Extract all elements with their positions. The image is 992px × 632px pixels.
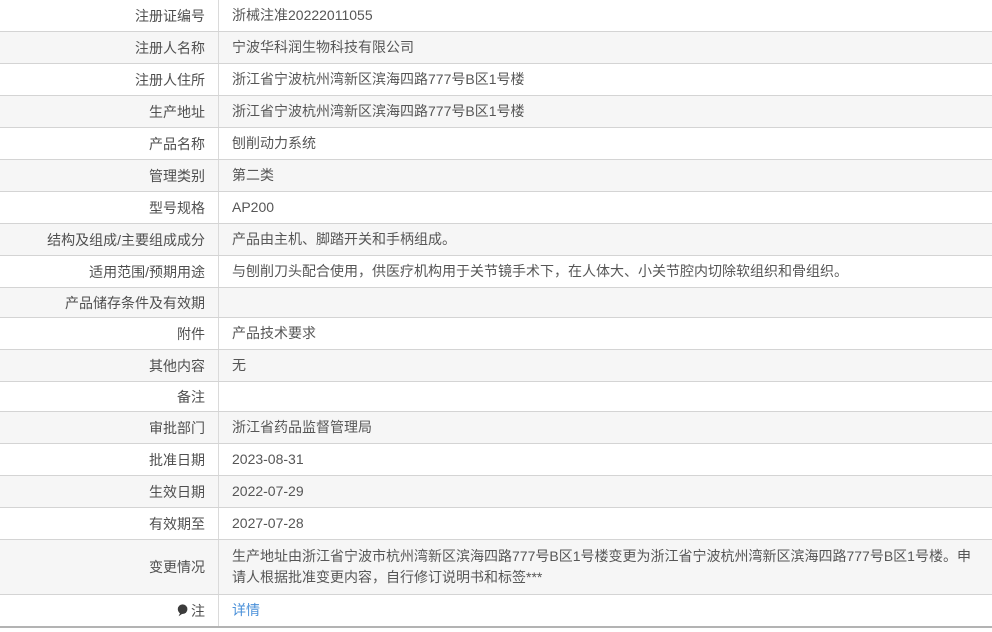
row-value: 2022-07-29 xyxy=(232,483,304,499)
table-row: 有效期至 2027-07-28 xyxy=(0,508,992,540)
row-label: 产品名称 xyxy=(0,128,219,159)
table-row: 产品储存条件及有效期 xyxy=(0,288,992,318)
row-label: 结构及组成/主要组成成分 xyxy=(0,224,219,255)
row-label: 注册人名称 xyxy=(0,32,219,63)
table-row: 注 详情 xyxy=(0,595,992,628)
row-value: 产品技术要求 xyxy=(232,325,316,341)
row-label: 生效日期 xyxy=(0,476,219,507)
table-row: 备注 xyxy=(0,382,992,412)
table-row: 附件 产品技术要求 xyxy=(0,318,992,350)
row-label: 附件 xyxy=(0,318,219,349)
row-label: 管理类别 xyxy=(0,160,219,191)
table-row: 注册证编号 浙械注准20222011055 xyxy=(0,0,992,32)
table-row: 生产地址 浙江省宁波杭州湾新区滨海四路777号B区1号楼 xyxy=(0,96,992,128)
row-value: 2023-08-31 xyxy=(232,451,304,467)
detail-link[interactable]: 详情 xyxy=(232,600,260,621)
row-label-text: 生产地址 xyxy=(149,103,205,120)
row-label-text: 审批部门 xyxy=(149,419,205,436)
table-row: 批准日期 2023-08-31 xyxy=(0,444,992,476)
table-row: 适用范围/预期用途 与刨削刀头配合使用，供医疗机构用于关节镜手术下，在人体大、小… xyxy=(0,256,992,288)
row-label-text: 生效日期 xyxy=(149,483,205,500)
table-row: 型号规格 AP200 xyxy=(0,192,992,224)
row-value: 浙械注准20222011055 xyxy=(232,7,373,23)
row-label: 其他内容 xyxy=(0,350,219,381)
table-row: 变更情况 生产地址由浙江省宁波市杭州湾新区滨海四路777号B区1号楼变更为浙江省… xyxy=(0,540,992,595)
row-label-text: 注 xyxy=(191,602,205,619)
row-value: AP200 xyxy=(232,199,275,215)
table-row: 注册人住所 浙江省宁波杭州湾新区滨海四路777号B区1号楼 xyxy=(0,64,992,96)
row-value: 第二类 xyxy=(232,167,274,183)
row-label: 产品储存条件及有效期 xyxy=(0,288,219,317)
row-value xyxy=(219,382,992,411)
row-value: 刨削动力系统 xyxy=(232,135,316,151)
row-label-text: 管理类别 xyxy=(149,167,205,184)
row-value: 详情 xyxy=(219,595,992,626)
row-value: 浙江省宁波杭州湾新区滨海四路777号B区1号楼 xyxy=(232,103,525,119)
row-label: 备注 xyxy=(0,382,219,411)
row-label-text: 注册证编号 xyxy=(135,7,205,24)
row-value xyxy=(219,288,992,317)
row-label: 注册证编号 xyxy=(0,0,219,31)
row-label: 注册人住所 xyxy=(0,64,219,95)
row-label: 注 xyxy=(0,595,219,626)
table-row: 审批部门 浙江省药品监督管理局 xyxy=(0,412,992,444)
row-label-text: 结构及组成/主要组成成分 xyxy=(47,231,205,248)
row-value: 产品由主机、脚踏开关和手柄组成。 xyxy=(232,231,456,247)
row-value: 与刨削刀头配合使用，供医疗机构用于关节镜手术下，在人体大、小关节腔内切除软组织和… xyxy=(232,263,848,279)
row-label: 适用范围/预期用途 xyxy=(0,256,219,287)
row-label-text: 型号规格 xyxy=(149,199,205,216)
row-label-text: 有效期至 xyxy=(149,515,205,532)
row-label-text: 批准日期 xyxy=(149,451,205,468)
row-value: 生产地址由浙江省宁波市杭州湾新区滨海四路777号B区1号楼变更为浙江省宁波杭州湾… xyxy=(232,548,971,585)
row-label-text: 附件 xyxy=(177,325,205,342)
row-label-text: 注册人名称 xyxy=(135,39,205,56)
row-label: 批准日期 xyxy=(0,444,219,475)
row-value: 浙江省宁波杭州湾新区滨海四路777号B区1号楼 xyxy=(232,71,525,87)
row-value: 浙江省药品监督管理局 xyxy=(232,419,372,435)
table-row: 生效日期 2022-07-29 xyxy=(0,476,992,508)
row-label-text: 适用范围/预期用途 xyxy=(89,263,205,280)
registration-detail-page: 注册证编号 浙械注准20222011055 注册人名称 宁波华科润生物科技有限公… xyxy=(0,0,992,632)
note-bubble-icon xyxy=(177,604,188,617)
row-label: 有效期至 xyxy=(0,508,219,539)
row-value: 2027-07-28 xyxy=(232,515,304,531)
table-row: 结构及组成/主要组成成分 产品由主机、脚踏开关和手柄组成。 xyxy=(0,224,992,256)
row-label-text: 备注 xyxy=(177,388,205,405)
table-row: 产品名称 刨削动力系统 xyxy=(0,128,992,160)
table-row: 注册人名称 宁波华科润生物科技有限公司 xyxy=(0,32,992,64)
table-row: 管理类别 第二类 xyxy=(0,160,992,192)
table-row: 其他内容 无 xyxy=(0,350,992,382)
registration-detail-table: 注册证编号 浙械注准20222011055 注册人名称 宁波华科润生物科技有限公… xyxy=(0,0,992,628)
row-value: 宁波华科润生物科技有限公司 xyxy=(232,39,414,55)
row-label: 审批部门 xyxy=(0,412,219,443)
row-label: 变更情况 xyxy=(0,540,219,594)
row-label-text: 其他内容 xyxy=(149,357,205,374)
row-label-text: 产品名称 xyxy=(149,135,205,152)
row-label-text: 产品储存条件及有效期 xyxy=(65,294,205,311)
row-label: 生产地址 xyxy=(0,96,219,127)
row-label: 型号规格 xyxy=(0,192,219,223)
row-value: 无 xyxy=(232,357,246,373)
row-label-text: 变更情况 xyxy=(149,559,205,575)
row-label-text: 注册人住所 xyxy=(135,71,205,88)
